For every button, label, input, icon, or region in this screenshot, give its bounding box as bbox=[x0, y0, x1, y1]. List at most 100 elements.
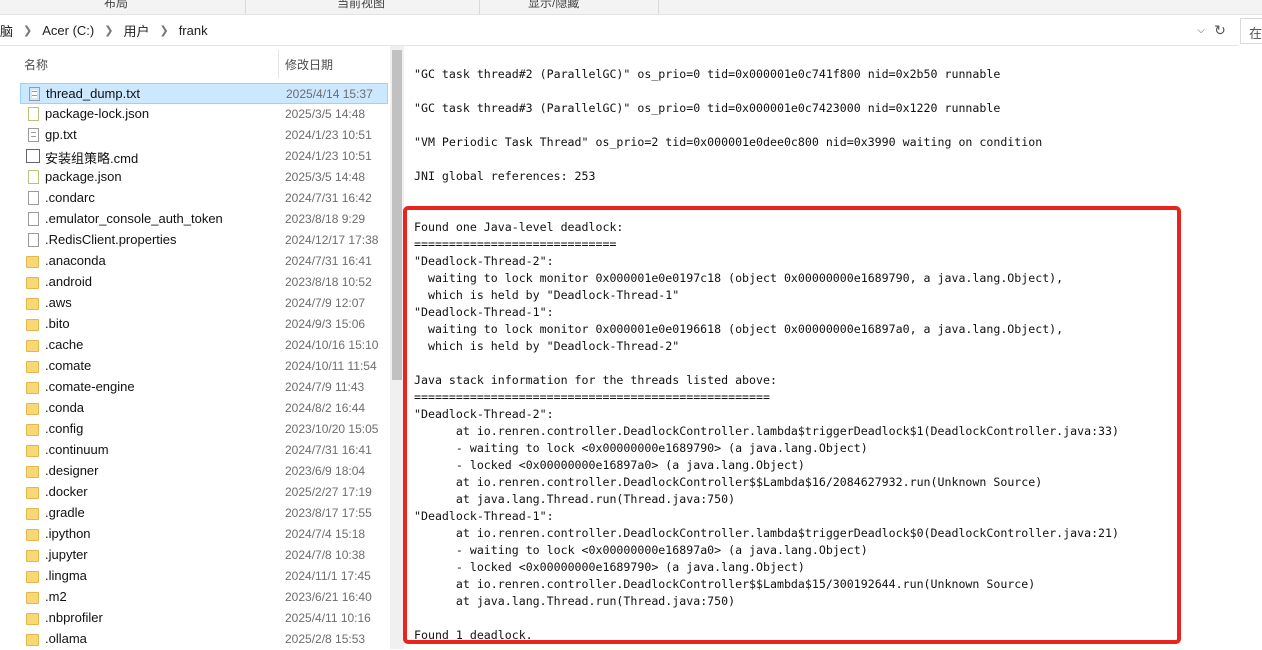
folder-icon bbox=[26, 550, 39, 562]
folder-icon bbox=[26, 466, 39, 478]
file-row[interactable]: .emulator_console_auth_token 2023/8/18 9:… bbox=[20, 209, 388, 230]
dump-line: "GC task thread#3 (ParallelGC)" os_prio=… bbox=[414, 101, 1001, 115]
scrollbar-thumb[interactable] bbox=[392, 50, 402, 380]
file-date: 2024/1/23 10:51 bbox=[285, 128, 372, 142]
file-row[interactable]: .comate-engine 2024/7/9 11:43 bbox=[20, 377, 388, 398]
column-header-row: 名称 修改日期 bbox=[0, 46, 392, 80]
file-date: 2023/10/20 15:05 bbox=[285, 422, 379, 436]
folder-icon bbox=[26, 298, 39, 310]
file-date: 2023/8/18 9:29 bbox=[285, 212, 366, 226]
folder-icon bbox=[26, 382, 39, 394]
ribbon-group-show-hide[interactable]: 显示/隐藏 bbox=[528, 0, 579, 11]
folder-icon bbox=[26, 487, 39, 499]
folder-icon bbox=[26, 529, 39, 541]
folder-icon bbox=[26, 256, 39, 268]
breadcrumb-users[interactable]: 用户 bbox=[123, 21, 149, 40]
folder-icon bbox=[26, 277, 39, 289]
breadcrumb-computer[interactable]: 脑 bbox=[0, 21, 13, 40]
file-date: 2024/7/31 16:41 bbox=[285, 254, 372, 268]
ribbon-divider bbox=[658, 0, 659, 14]
json-file-icon bbox=[28, 170, 39, 184]
chevron-right-icon[interactable]: ❯ bbox=[159, 24, 168, 37]
chevron-right-icon[interactable]: ❯ bbox=[104, 24, 113, 37]
file-row[interactable]: .m2 2023/6/21 16:40 bbox=[20, 587, 388, 608]
file-row[interactable]: .gradle 2023/8/17 17:55 bbox=[20, 503, 388, 524]
file-name: .lingma bbox=[45, 568, 87, 583]
folder-icon bbox=[26, 571, 39, 583]
file-name: .conda bbox=[45, 400, 85, 415]
breadcrumb-frank[interactable]: frank bbox=[179, 23, 208, 38]
file-date: 2024/12/17 17:38 bbox=[285, 233, 379, 247]
file-row[interactable]: .designer 2023/6/9 18:04 bbox=[20, 461, 388, 482]
column-header-name[interactable]: 名称 bbox=[24, 56, 48, 73]
file-date: 2024/7/9 12:07 bbox=[285, 296, 366, 310]
file-row[interactable]: 安装组策略.cmd 2024/1/23 10:51 bbox=[20, 146, 388, 167]
file-name: .emulator_console_auth_token bbox=[45, 211, 223, 226]
search-input[interactable]: 在 bbox=[1240, 18, 1262, 44]
file-row[interactable]: .cache 2024/10/16 15:10 bbox=[20, 335, 388, 356]
file-row[interactable]: .RedisClient.properties 2024/12/17 17:38 bbox=[20, 230, 388, 251]
file-name: .m2 bbox=[45, 589, 67, 604]
file-date: 2025/2/27 17:19 bbox=[285, 485, 372, 499]
file-row[interactable]: .condarc 2024/7/31 16:42 bbox=[20, 188, 388, 209]
file-row[interactable]: package-lock.json 2025/3/5 14:48 bbox=[20, 104, 388, 125]
file-name: thread_dump.txt bbox=[46, 86, 140, 101]
refresh-icon[interactable]: ↻ bbox=[1212, 22, 1228, 38]
file-date: 2024/7/9 11:43 bbox=[285, 380, 365, 394]
file-date: 2024/10/11 11:54 bbox=[285, 359, 377, 373]
file-date: 2024/11/1 17:45 bbox=[285, 569, 371, 583]
ribbon-group-current-view[interactable]: 当前视图 bbox=[337, 0, 385, 11]
file-date: 2023/8/18 10:52 bbox=[285, 275, 372, 289]
file-row[interactable]: thread_dump.txt 2025/4/14 15:37 bbox=[20, 83, 388, 104]
chevron-down-icon[interactable]: ⌵ bbox=[1193, 22, 1209, 38]
text-file-icon bbox=[29, 87, 40, 101]
dump-line: "GC task thread#2 (ParallelGC)" os_prio=… bbox=[414, 67, 1001, 81]
file-name: .jupyter bbox=[45, 547, 88, 562]
dump-line: JNI global references: 253 bbox=[414, 169, 596, 183]
file-row[interactable]: .android 2023/8/18 10:52 bbox=[20, 272, 388, 293]
dump-line: "VM Periodic Task Thread" os_prio=2 tid=… bbox=[414, 135, 1043, 149]
file-date: 2024/10/16 15:10 bbox=[285, 338, 379, 352]
file-row[interactable]: .bito 2024/9/3 15:06 bbox=[20, 314, 388, 335]
file-row[interactable]: .aws 2024/7/9 12:07 bbox=[20, 293, 388, 314]
file-name: .android bbox=[45, 274, 92, 289]
file-row[interactable]: .config 2023/10/20 15:05 bbox=[20, 419, 388, 440]
folder-icon bbox=[26, 319, 39, 331]
file-row[interactable]: .ipython 2024/7/4 15:18 bbox=[20, 524, 388, 545]
file-icon bbox=[28, 233, 39, 247]
cmd-file-icon bbox=[26, 149, 40, 163]
file-row[interactable]: package.json 2025/3/5 14:48 bbox=[20, 167, 388, 188]
file-name: .gradle bbox=[45, 505, 85, 520]
file-row[interactable]: .conda 2024/8/2 16:44 bbox=[20, 398, 388, 419]
file-row[interactable]: .docker 2025/2/27 17:19 bbox=[20, 482, 388, 503]
folder-icon bbox=[26, 340, 39, 352]
file-name: .continuum bbox=[45, 442, 109, 457]
file-row[interactable]: .lingma 2024/11/1 17:45 bbox=[20, 566, 388, 587]
file-row[interactable]: .anaconda 2024/7/31 16:41 bbox=[20, 251, 388, 272]
ribbon-group-layout[interactable]: 布局 bbox=[104, 0, 128, 11]
file-row[interactable]: .nbprofiler 2025/4/11 10:16 bbox=[20, 608, 388, 629]
column-header-modified[interactable]: 修改日期 bbox=[285, 56, 333, 73]
column-divider[interactable] bbox=[278, 50, 279, 78]
file-row[interactable]: .jupyter 2024/7/8 10:38 bbox=[20, 545, 388, 566]
file-date: 2025/4/11 10:16 bbox=[285, 611, 371, 625]
folder-icon bbox=[26, 508, 39, 520]
file-row[interactable]: .comate 2024/10/11 11:54 bbox=[20, 356, 388, 377]
file-date: 2024/7/31 16:42 bbox=[285, 191, 372, 205]
file-name: package.json bbox=[45, 169, 122, 184]
file-date: 2024/9/3 15:06 bbox=[285, 317, 366, 331]
folder-icon bbox=[26, 445, 39, 457]
file-row[interactable]: gp.txt 2024/1/23 10:51 bbox=[20, 125, 388, 146]
chevron-right-icon[interactable]: ❯ bbox=[23, 24, 32, 37]
file-row[interactable]: .ollama 2025/2/8 15:53 bbox=[20, 629, 388, 650]
file-name: .anaconda bbox=[45, 253, 106, 268]
folder-icon bbox=[26, 634, 39, 646]
file-name: package-lock.json bbox=[45, 106, 150, 121]
file-name: .nbprofiler bbox=[45, 610, 103, 625]
breadcrumb-drive[interactable]: Acer (C:) bbox=[42, 23, 94, 38]
file-icon bbox=[28, 212, 39, 226]
file-name: .comate bbox=[45, 358, 92, 373]
address-bar[interactable]: 脑 ❯ Acer (C:) ❯ 用户 ❯ frank ⌵ ↻ bbox=[0, 16, 1238, 46]
file-name: .config bbox=[45, 421, 84, 436]
file-row[interactable]: .continuum 2024/7/31 16:41 bbox=[20, 440, 388, 461]
